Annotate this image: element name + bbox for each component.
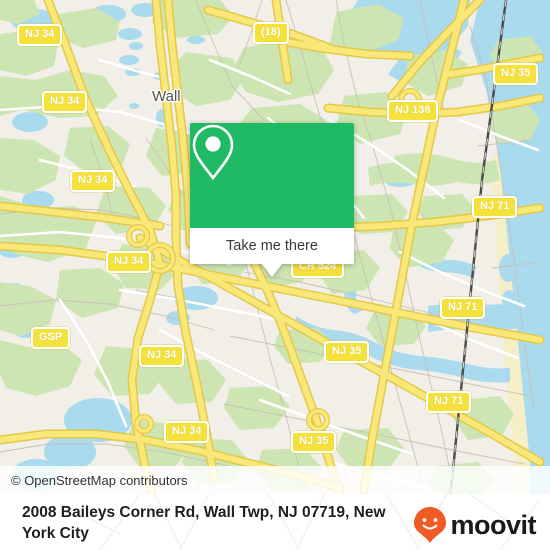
map-screenshot: Wall NJ 34 (18) NJ 35 NJ 34 NJ 138 NJ 34… xyxy=(0,0,550,550)
footer-bar: 2008 Baileys Corner Rd, Wall Twp, NJ 077… xyxy=(0,494,550,550)
popup-header xyxy=(190,123,354,228)
map-attribution-bar: © OpenStreetMap contributors xyxy=(0,466,550,494)
road-shield[interactable]: (18) xyxy=(253,22,289,44)
moovit-smiley-pin-icon xyxy=(414,507,447,543)
road-shield[interactable]: NJ 34 xyxy=(139,345,185,367)
road-shield[interactable]: GSP xyxy=(31,327,71,349)
road-shield[interactable]: NJ 34 xyxy=(164,421,210,443)
map-canvas[interactable]: Wall NJ 34 (18) NJ 35 NJ 34 NJ 138 NJ 34… xyxy=(0,0,550,494)
location-popup[interactable]: Take me there xyxy=(190,123,354,277)
road-shield[interactable]: NJ 34 xyxy=(17,24,63,46)
road-shield[interactable]: NJ 34 xyxy=(70,170,116,192)
road-shield[interactable]: NJ 71 xyxy=(426,391,472,413)
popup-tail xyxy=(262,264,282,277)
attribution-text[interactable]: © OpenStreetMap contributors xyxy=(0,473,188,488)
road-shield[interactable]: NJ 35 xyxy=(324,341,370,363)
moovit-wordmark: moovit xyxy=(450,509,536,540)
road-shield[interactable]: NJ 71 xyxy=(440,297,486,319)
take-me-there-button[interactable]: Take me there xyxy=(190,228,354,264)
address-text: 2008 Baileys Corner Rd, Wall Twp, NJ 077… xyxy=(22,504,386,542)
moovit-logo[interactable]: moovit xyxy=(413,506,536,544)
road-shield[interactable]: NJ 35 xyxy=(493,63,539,85)
road-shield[interactable]: NJ 138 xyxy=(387,100,439,122)
take-me-there-label: Take me there xyxy=(226,238,318,254)
road-shield[interactable]: NJ 35 xyxy=(291,431,337,453)
road-shield[interactable]: NJ 71 xyxy=(472,196,518,218)
map-pin-icon xyxy=(192,124,234,181)
road-shield[interactable]: NJ 34 xyxy=(106,251,152,273)
road-shield[interactable]: NJ 34 xyxy=(42,91,88,113)
